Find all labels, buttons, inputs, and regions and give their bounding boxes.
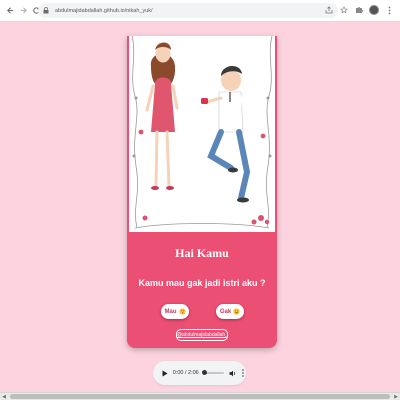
yes-button-label: Mau: [164, 308, 177, 315]
card-title: Hai Kamu: [175, 246, 229, 260]
volume-icon[interactable]: [229, 369, 237, 377]
seek-knob[interactable]: [201, 370, 207, 375]
kiss-face-icon: [178, 308, 186, 315]
horizontal-scrollbar[interactable]: ◀ ▶: [0, 392, 400, 400]
browser-toolbar: abdulmajidabdallah.github.io/nikah_yuk/: [0, 0, 400, 22]
proposal-illustration: [129, 36, 275, 232]
audio-player: 0:00 / 2:06: [153, 361, 246, 385]
audio-seek-bar[interactable]: [201, 370, 224, 375]
puzzle-icon[interactable]: [354, 4, 364, 16]
lock-icon: [43, 6, 52, 15]
share-icon[interactable]: [324, 4, 334, 16]
scrollbar-thumb[interactable]: [10, 394, 390, 399]
scroll-right-icon[interactable]: ▶: [392, 393, 400, 400]
address-bar[interactable]: abdulmajidabdallah.github.io/nikah_yuk/: [38, 3, 338, 18]
kebab-menu-icon[interactable]: [384, 4, 394, 16]
play-icon[interactable]: [162, 369, 169, 377]
smile-face-icon: [233, 308, 240, 315]
yes-button[interactable]: Mau: [161, 304, 189, 319]
credit-link[interactable]: @abdulmajidabdallah_: [176, 329, 228, 341]
no-button-label: Gak: [219, 308, 232, 315]
star-icon[interactable]: [339, 4, 349, 16]
audio-time: 0:00 / 2:06: [172, 370, 199, 376]
scroll-left-icon[interactable]: ◀: [0, 393, 8, 400]
forward-arrow-icon[interactable]: [18, 4, 29, 18]
back-arrow-icon[interactable]: [5, 4, 16, 18]
proposal-question: Kamu mau gak jadi istri aku ?: [138, 278, 266, 288]
avatar[interactable]: [369, 5, 379, 15]
url-text: abdulmajidabdallah.github.io/nikah_yuk/: [55, 7, 153, 14]
proposal-card: Hai Kamu Kamu mau gak jadi istri aku ? M…: [127, 36, 277, 348]
no-button[interactable]: Gak: [216, 304, 244, 319]
kebab-menu-icon[interactable]: [241, 368, 246, 378]
